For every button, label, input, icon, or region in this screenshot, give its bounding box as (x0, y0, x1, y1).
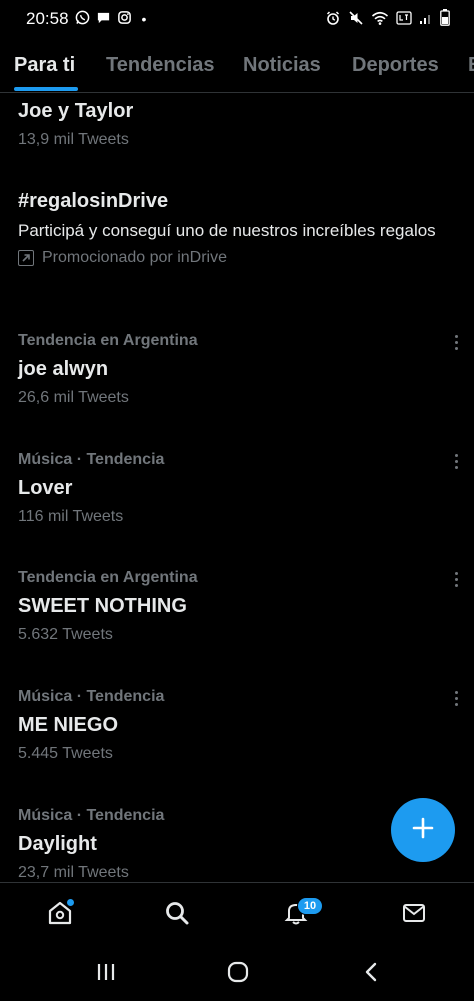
nav-home-button[interactable] (40, 897, 80, 933)
trends-feed: Joe y Taylor 13,9 mil Tweets #regalosinD… (0, 92, 474, 882)
home-system-button[interactable] (218, 961, 258, 988)
status-left: 20:58 • (26, 9, 146, 29)
trend-item[interactable]: Joe y Taylor 13,9 mil Tweets (18, 100, 458, 149)
tab-noticias[interactable]: Noticias (243, 54, 321, 77)
mute-icon (348, 10, 364, 29)
tab-next[interactable]: E (468, 54, 474, 77)
tab-indicator (14, 87, 78, 91)
trend-item[interactable]: Música · Tendencia ME NIEGO 5.445 Tweets (18, 688, 458, 763)
notifications-badge: 10 (297, 897, 323, 915)
promoted-label: Promocionado por inDrive (42, 249, 227, 266)
plus-icon (412, 817, 434, 844)
nav-search-button[interactable] (157, 897, 197, 933)
trend-meta: Música · Tendencia (18, 688, 165, 705)
nav-notifications-button[interactable]: 10 (276, 897, 323, 933)
trend-title: Lover (18, 477, 73, 499)
trend-title: #regalosinDrive (18, 190, 169, 212)
more-options-icon[interactable] (448, 451, 464, 471)
trend-count: 13,9 mil Tweets (18, 131, 129, 148)
trend-title: Joe y Taylor (18, 100, 134, 122)
more-options-icon[interactable] (448, 569, 464, 589)
search-icon (164, 900, 190, 931)
wifi-icon (371, 10, 389, 29)
trend-item[interactable]: Música · Tendencia Lover 116 mil Tweets (18, 451, 458, 526)
status-bar: 20:58 • (0, 0, 474, 36)
promoted-arrow-icon (18, 250, 34, 266)
alarm-icon (325, 10, 341, 29)
trend-item[interactable]: Tendencia en Argentina SWEET NOTHING 5.6… (18, 569, 458, 644)
back-icon (361, 961, 383, 988)
compose-tweet-button[interactable] (391, 798, 455, 862)
trend-title: SWEET NOTHING (18, 595, 187, 617)
trend-count: 5.632 Tweets (18, 626, 113, 643)
more-options-icon[interactable] (448, 688, 464, 708)
tab-tendencias[interactable]: Tendencias (106, 54, 215, 77)
home-circle-icon (227, 961, 249, 988)
lte-icon (396, 10, 412, 29)
promoted-by: Promocionado por inDrive (18, 249, 458, 267)
trend-title: joe alwyn (18, 358, 109, 380)
trend-meta: Música · Tendencia (18, 451, 165, 468)
recents-icon (95, 961, 117, 988)
trend-count: 23,7 mil Tweets (18, 864, 129, 881)
message-icon (96, 10, 111, 28)
tab-para-ti[interactable]: Para ti (14, 54, 75, 77)
tab-bar: Para ti Tendencias Noticias Deportes E (0, 44, 474, 93)
trend-count: 26,6 mil Tweets (18, 389, 129, 406)
back-button[interactable] (352, 962, 392, 986)
whatsapp-icon (75, 10, 90, 28)
trend-meta: Tendencia en Argentina (18, 569, 198, 586)
messages-icon (401, 900, 427, 931)
signal-icon (419, 11, 433, 28)
trend-meta: Tendencia en Argentina (18, 332, 198, 349)
promoted-trend-item[interactable]: #regalosinDrive Participá y conseguí uno… (18, 190, 458, 267)
system-navigation-bar (0, 944, 474, 1001)
bottom-nav: 10 (0, 882, 474, 945)
nav-messages-button[interactable] (394, 897, 434, 933)
instagram-icon (117, 10, 132, 28)
trend-title: ME NIEGO (18, 714, 119, 736)
status-right (325, 9, 450, 29)
battery-icon (440, 9, 450, 29)
promo-description: Participá y conseguí uno de nuestros inc… (18, 221, 436, 240)
status-dot: • (141, 11, 147, 27)
more-options-icon[interactable] (448, 332, 464, 352)
recents-button[interactable] (86, 962, 126, 986)
trend-item[interactable]: Tendencia en Argentina joe alwyn 26,6 mi… (18, 332, 458, 407)
status-time: 20:58 (26, 9, 69, 28)
trend-count: 5.445 Tweets (18, 745, 113, 762)
trend-count: 116 mil Tweets (18, 508, 124, 525)
home-badge-dot (67, 899, 74, 906)
tab-deportes[interactable]: Deportes (352, 54, 439, 77)
